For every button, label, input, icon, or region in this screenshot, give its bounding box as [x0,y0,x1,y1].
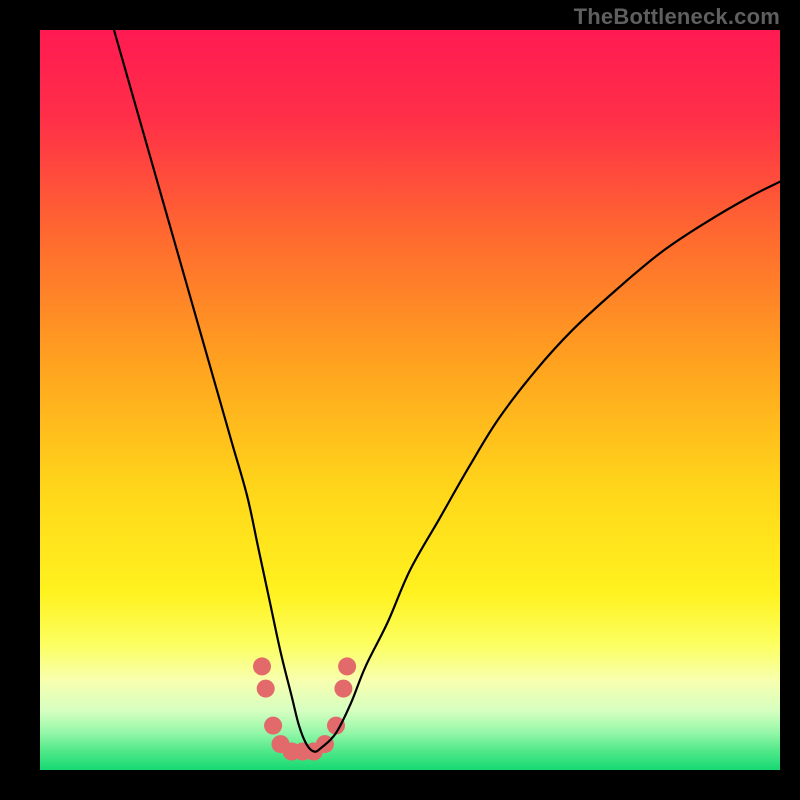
highlight-markers [253,657,356,760]
marker-dot [334,680,352,698]
marker-dot [338,657,356,675]
marker-dot [264,717,282,735]
bottleneck-curve [114,30,780,752]
curve-layer [40,30,780,770]
chart-frame: TheBottleneck.com [0,0,800,800]
marker-dot [257,680,275,698]
watermark-text: TheBottleneck.com [574,4,780,30]
marker-dot [253,657,271,675]
plot-area [40,30,780,770]
